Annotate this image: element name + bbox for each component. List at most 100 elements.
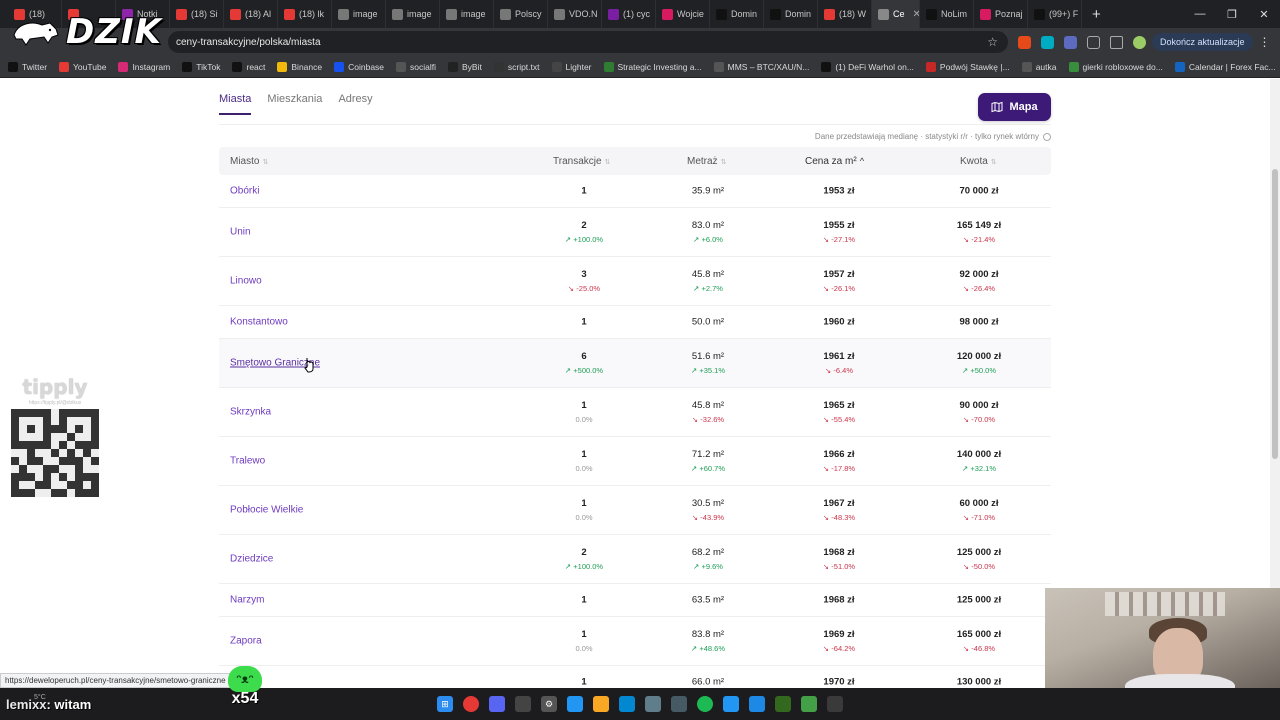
table-row[interactable]: Tralewo 1 0.0% 71.2 m² ↗ +60.7% 1966 zł ↘ -17.… [219, 437, 1051, 486]
browser-tab[interactable]: (1) cyc [602, 0, 656, 28]
city-link[interactable]: Zapora [230, 636, 262, 647]
browser-tab[interactable]: (18) Al [224, 0, 278, 28]
column-header-city[interactable]: Miasto ⇅ [230, 156, 268, 167]
file-explorer-icon[interactable] [593, 696, 609, 712]
browser-tab[interactable]: (18) lk [278, 0, 332, 28]
app-icon[interactable] [749, 696, 765, 712]
address-bar[interactable]: ceny-transakcyjne/polska/miasta ☆ [168, 31, 1008, 53]
column-header-area[interactable]: Metraż ⇅ [687, 156, 726, 167]
browser-tab[interactable]: VDO.N [548, 0, 602, 28]
discord-icon[interactable] [489, 696, 505, 712]
tab-adresy[interactable]: Adresy [338, 93, 372, 115]
browser-tab[interactable]: Polscy [494, 0, 548, 28]
browser-tab[interactable]: Wojcie [656, 0, 710, 28]
extension-icon[interactable] [1018, 35, 1031, 49]
bookmark-star-icon[interactable]: ☆ [987, 35, 998, 49]
bookmark-item[interactable]: (1) DeFi Warhol on... [821, 61, 914, 72]
city-link[interactable]: Narzym [230, 595, 264, 606]
bookmark-item[interactable]: MMS – BTC/XAU/N... [713, 61, 809, 72]
app-icon[interactable] [515, 696, 531, 712]
bookmark-item[interactable]: autka [1021, 61, 1057, 72]
bookmark-item[interactable]: Twitter [8, 61, 47, 72]
maximize-icon[interactable]: ❐ [1216, 8, 1248, 21]
bookmark-item[interactable]: Coinbase [334, 61, 384, 72]
app-icon[interactable] [723, 696, 739, 712]
table-row[interactable]: Smętowo Graniczne 6 ↗ +500.0% 51.6 m² ↗ +35.… [219, 339, 1051, 388]
app-icon[interactable] [645, 696, 661, 712]
city-link[interactable]: Pobłocie Wielkie [230, 505, 303, 516]
spotify-icon[interactable] [697, 696, 713, 712]
bookmark-item[interactable]: Instagram [118, 61, 170, 72]
browser-tab[interactable]: (99+) F [1028, 0, 1082, 28]
table-row[interactable]: Pobłocie Wielkie 1 0.0% 30.5 m² ↘ -43.9% 1967… [219, 486, 1051, 535]
app-icon[interactable] [827, 696, 843, 712]
table-row[interactable]: Unin 2 ↗ +100.0% 83.0 m² ↗ +6.0% 1955 zł ↘ -27… [219, 208, 1051, 257]
table-row[interactable]: Obórki 1 35.9 m² 1953 zł 70 000 zł [219, 175, 1051, 208]
app-icon[interactable] [619, 696, 635, 712]
bookmark-item[interactable]: Binance [277, 61, 322, 72]
bookmark-item[interactable]: YouTube [59, 61, 106, 72]
bookmark-item[interactable]: TikTok [182, 61, 220, 72]
browser-tab[interactable]: (18) Si [170, 0, 224, 28]
app-icon[interactable] [671, 696, 687, 712]
app-icon[interactable] [775, 696, 791, 712]
table-row[interactable]: Zapora 1 0.0% 83.8 m² ↗ +48.6% 1969 zł ↘ -64.2… [219, 617, 1051, 666]
close-icon[interactable]: ✕ [913, 9, 919, 20]
city-link[interactable]: Unin [230, 227, 251, 238]
bookmark-item[interactable]: gierki robloxowe do... [1068, 61, 1163, 72]
bookmark-item[interactable]: Calendar | Forex Fac... [1174, 61, 1276, 72]
extension-icon[interactable] [1041, 35, 1054, 49]
column-header-price-per-m2[interactable]: Cena za m² ^ [805, 156, 864, 167]
city-link[interactable]: Konstantowo [230, 317, 288, 328]
update-button[interactable]: Dokończ aktualizacje [1152, 33, 1253, 51]
table-row[interactable]: Skrzynka 1 0.0% 45.8 m² ↘ -32.6% 1965 zł ↘ -55… [219, 388, 1051, 437]
bookmark-item[interactable]: Strategic Investing a... [603, 61, 702, 72]
browser-tab[interactable]: (18) W [818, 0, 872, 28]
browser-tab[interactable]: image [332, 0, 386, 28]
bookmark-item[interactable]: script.txt [493, 61, 540, 72]
browser-tab[interactable]: image [386, 0, 440, 28]
menu-icon[interactable]: ⋮ [1253, 35, 1277, 49]
map-button[interactable]: Mapa [978, 93, 1051, 121]
bookmark-item[interactable]: react [232, 61, 265, 72]
side-panel-icon[interactable] [1110, 35, 1123, 49]
bookmark-item[interactable]: Lighter [551, 61, 592, 72]
scrollbar-thumb[interactable] [1272, 169, 1278, 459]
column-header-amount[interactable]: Kwota ⇅ [960, 156, 997, 167]
tab-miasta[interactable]: Miasta [219, 93, 252, 115]
app-icon[interactable] [567, 696, 583, 712]
windows-start-icon[interactable]: ⊞ [437, 696, 453, 712]
table-row[interactable]: Linowo 3 ↘ -25.0% 45.8 m² ↗ +2.7% 1957 zł ↘ -2… [219, 257, 1051, 306]
table-row[interactable]: Dziedzice 2 ↗ +100.0% 68.2 m² ↗ +9.6% 1968 zł… [219, 535, 1051, 584]
avatar[interactable] [1133, 35, 1146, 49]
dice-icon [925, 61, 936, 72]
browser-tab[interactable]: image [440, 0, 494, 28]
chrome-icon[interactable] [463, 696, 479, 712]
city-link[interactable]: Dziedzice [230, 554, 273, 565]
column-header-transactions[interactable]: Transakcje ⇅ [553, 156, 610, 167]
info-icon[interactable] [1043, 132, 1051, 141]
browser-tab[interactable]: Domin [710, 0, 764, 28]
bookmark-item[interactable]: Podwój Stawkę |... [925, 61, 1010, 72]
bookmark-item[interactable]: socialfi [396, 61, 436, 72]
minimize-icon[interactable]: — [1184, 8, 1216, 21]
app-icon[interactable] [801, 696, 817, 712]
settings-gear-icon[interactable]: ⚙ [541, 696, 557, 712]
browser-tab[interactable]: Poznaj [974, 0, 1028, 28]
puzzle-icon[interactable] [1087, 35, 1100, 49]
tab-mieszkania[interactable]: Mieszkania [267, 93, 322, 115]
browser-tab[interactable]: Domin [764, 0, 818, 28]
close-window-icon[interactable]: ✕ [1248, 8, 1280, 21]
city-link[interactable]: Linowo [230, 276, 262, 287]
extension-icon[interactable] [1064, 35, 1077, 49]
new-tab-icon[interactable]: + [1082, 6, 1111, 23]
table-row[interactable]: Konstantowo 1 50.0 m² 1960 zł 98 000 zł [219, 306, 1051, 339]
browser-tab[interactable]: NoLim [920, 0, 974, 28]
bookmark-item[interactable]: ByBit [448, 61, 482, 72]
city-link[interactable]: Tralewo [230, 456, 265, 467]
city-link[interactable]: Obórki [230, 186, 259, 197]
table-row[interactable]: 1 66.0 m² 1970 zł 130 000 zł [219, 666, 1051, 688]
city-link[interactable]: Skrzynka [230, 407, 271, 418]
table-row[interactable]: Narzym 1 63.5 m² 1968 zł 125 000 zł [219, 584, 1051, 617]
browser-tab[interactable]: Ce ✕ [872, 0, 920, 28]
